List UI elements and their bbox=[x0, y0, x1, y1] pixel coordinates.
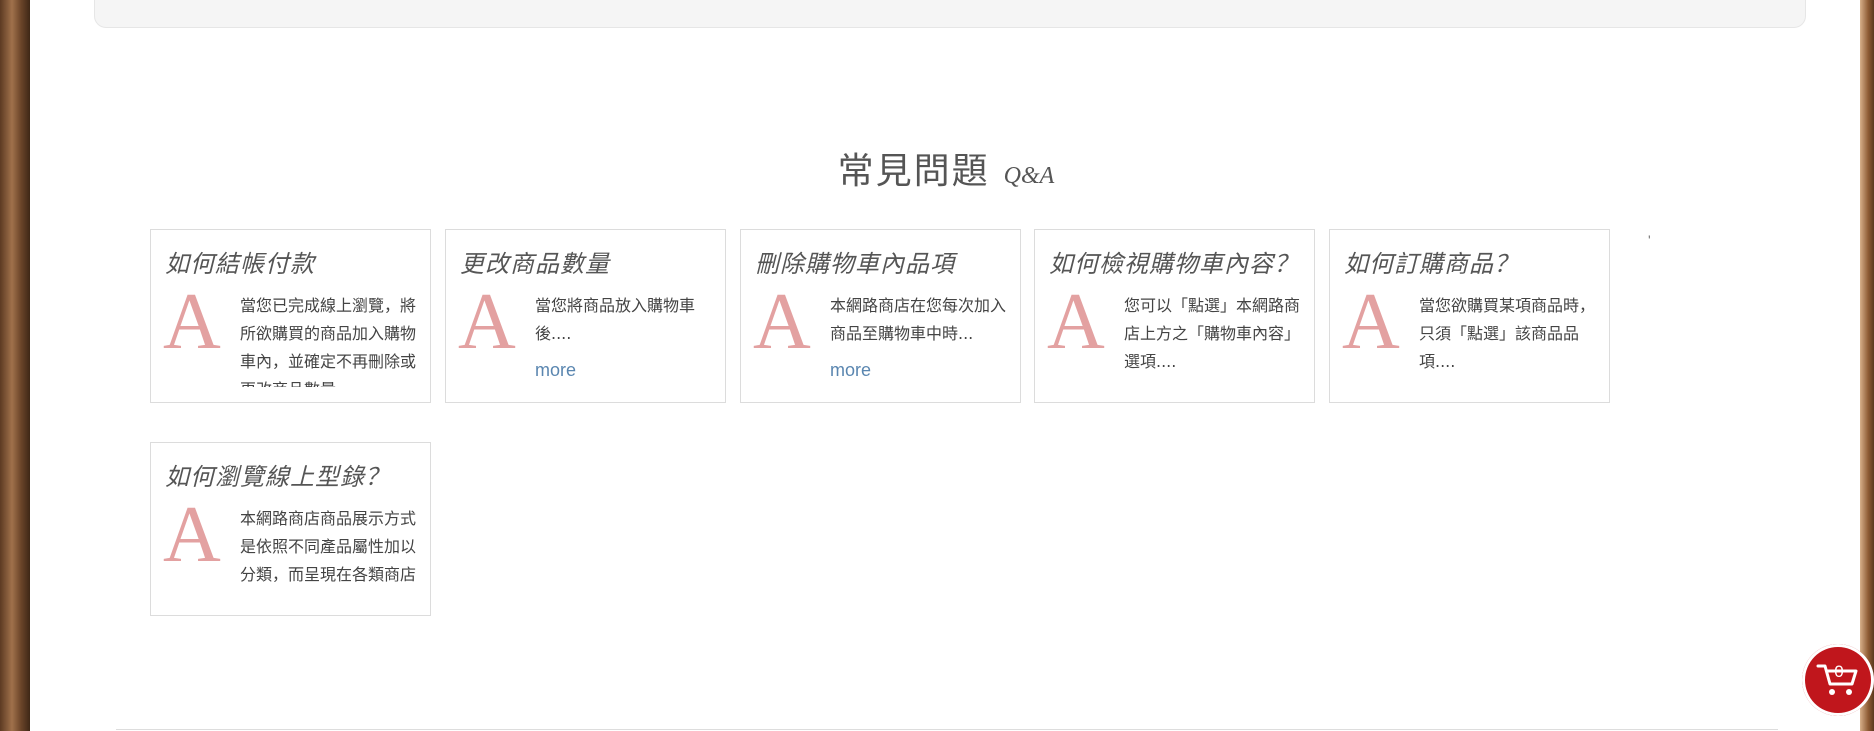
floating-cart-button[interactable]: 0 bbox=[1802, 644, 1874, 716]
faq-card[interactable]: 如何瀏覽線上型錄？ A 本網路商店商品展示方式是依照不同產品屬性加以分類，而呈現… bbox=[150, 442, 431, 616]
answer-letter-icon: A bbox=[753, 278, 811, 366]
faq-card[interactable]: 如何結帳付款 A 當您已完成線上瀏覽，將所欲購買的商品加入購物車內，並確定不再刪… bbox=[150, 229, 431, 403]
answer-letter-icon: A bbox=[1047, 278, 1105, 366]
faq-card[interactable]: 如何訂購商品？ A 當您欲購買某項商品時，只須「點選」該商品品項.... bbox=[1329, 229, 1610, 403]
faq-question[interactable]: 如何訂購商品？ bbox=[1344, 244, 1519, 279]
answer-letter-icon: A bbox=[163, 278, 221, 366]
more-link[interactable]: more bbox=[830, 360, 871, 381]
wood-background-left bbox=[0, 0, 30, 731]
faq-answer: 當您已完成線上瀏覽，將所欲購買的商品加入購物車內，並確定不再刪除或更改商品數量 bbox=[240, 296, 417, 387]
answer-letter-icon: A bbox=[163, 491, 221, 579]
faq-question[interactable]: 如何檢視購物車內容？ bbox=[1049, 244, 1299, 279]
faq-title-english: Q&A bbox=[1003, 163, 1055, 189]
faq-answer: 當您欲購買某項商品時，只須「點選」該商品品項.... bbox=[1419, 296, 1596, 371]
wood-background-right bbox=[1860, 0, 1874, 731]
faq-question[interactable]: 如何瀏覽線上型錄？ bbox=[165, 457, 390, 492]
faq-question[interactable]: 刪除購物車內品項 bbox=[755, 244, 955, 279]
faq-question[interactable]: 如何結帳付款 bbox=[165, 244, 315, 279]
answer-letter-icon: A bbox=[1342, 278, 1400, 366]
faq-card[interactable]: 刪除購物車內品項 A 本網路商店在您每次加入商品至購物車中時... more bbox=[740, 229, 1021, 403]
faq-question[interactable]: 更改商品數量 bbox=[460, 244, 610, 279]
page-content: 常見問題 Q&A 如何結帳付款 A 當您已完成線上瀏覽，將所欲購買的商品加入購物車… bbox=[30, 0, 1860, 731]
faq-answer: 本網路商店商品展示方式是依照不同產品屬性加以分類，而呈現在各類商店 bbox=[240, 509, 417, 584]
faq-card[interactable]: 更改商品數量 A 當您將商品放入購物車後.... more bbox=[445, 229, 726, 403]
faq-card[interactable]: 如何檢視購物車內容？ A 您可以「點選」本網路商店上方之「購物車內容」選項...… bbox=[1034, 229, 1315, 403]
answer-letter-icon: A bbox=[458, 278, 516, 366]
cart-count-badge: 0 bbox=[1834, 662, 1844, 681]
faq-answer: 您可以「點選」本網路商店上方之「購物車內容」選項.... bbox=[1124, 296, 1301, 371]
top-panel bbox=[94, 0, 1806, 28]
footer-divider bbox=[116, 729, 1778, 730]
more-link[interactable]: more bbox=[535, 360, 576, 381]
faq-section-title: 常見問題 Q&A bbox=[30, 142, 1862, 194]
stray-mark: ' bbox=[1648, 232, 1651, 248]
faq-title-chinese: 常見問題 bbox=[837, 151, 990, 192]
